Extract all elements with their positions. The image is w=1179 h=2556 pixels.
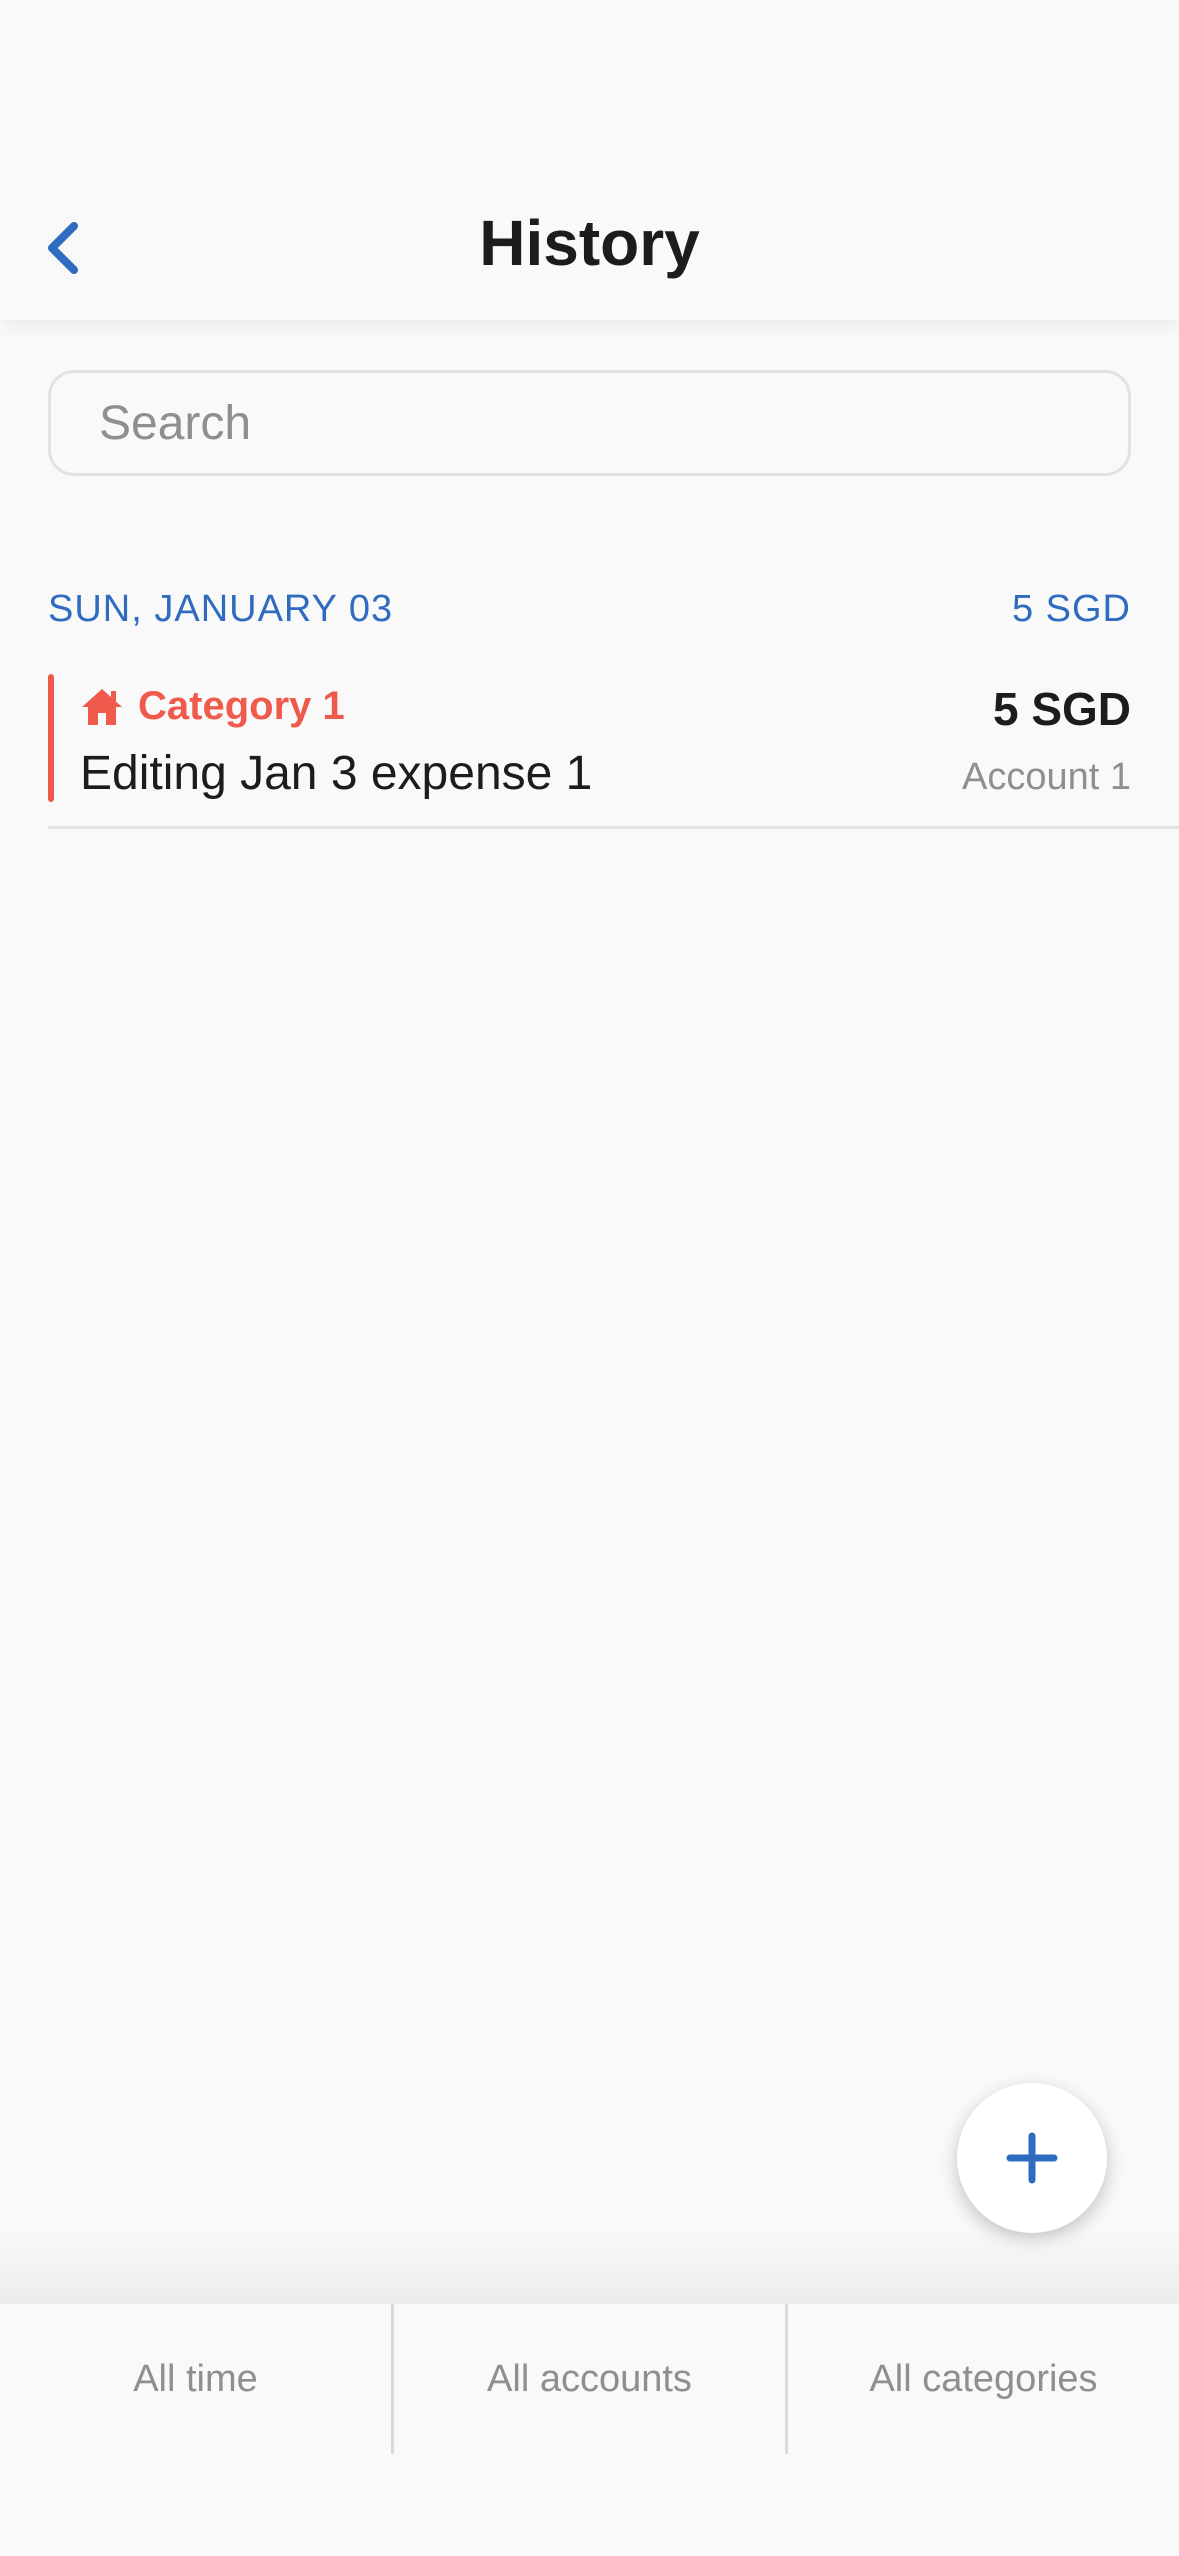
transaction-note: Editing Jan 3 expense 1 <box>80 747 593 800</box>
transaction-category: Category 1 <box>80 684 345 729</box>
day-date: SUN, JANUARY 03 <box>48 588 394 630</box>
filter-categories-button[interactable]: All categories <box>785 2304 1179 2454</box>
page-title: History <box>479 207 700 279</box>
transaction-account: Account 1 <box>962 756 1131 798</box>
category-label: Category 1 <box>138 684 345 728</box>
category-color-bar <box>48 674 54 802</box>
home-icon <box>80 687 124 727</box>
filter-accounts-button[interactable]: All accounts <box>391 2304 785 2454</box>
plus-icon <box>1006 2132 1058 2184</box>
day-total: 5 SGD <box>1011 588 1131 630</box>
day-group-header: SUN, JANUARY 03 5 SGD <box>48 588 1131 631</box>
filter-bar: All time All accounts All categories <box>0 2304 1179 2454</box>
filter-time-button[interactable]: All time <box>0 2304 391 2454</box>
nav-header: History <box>0 0 1179 320</box>
bottom-fade <box>0 2230 1179 2304</box>
add-transaction-button[interactable] <box>957 2083 1107 2233</box>
search-input[interactable] <box>97 394 1081 452</box>
history-screen: History SUN, JANUARY 03 5 SGD Category 1… <box>0 0 1179 2556</box>
search-field[interactable] <box>48 370 1131 476</box>
transaction-amount: 5 SGD <box>992 683 1131 735</box>
transaction-row[interactable]: Category 1 Editing Jan 3 expense 1 5 SGD… <box>48 674 1179 829</box>
